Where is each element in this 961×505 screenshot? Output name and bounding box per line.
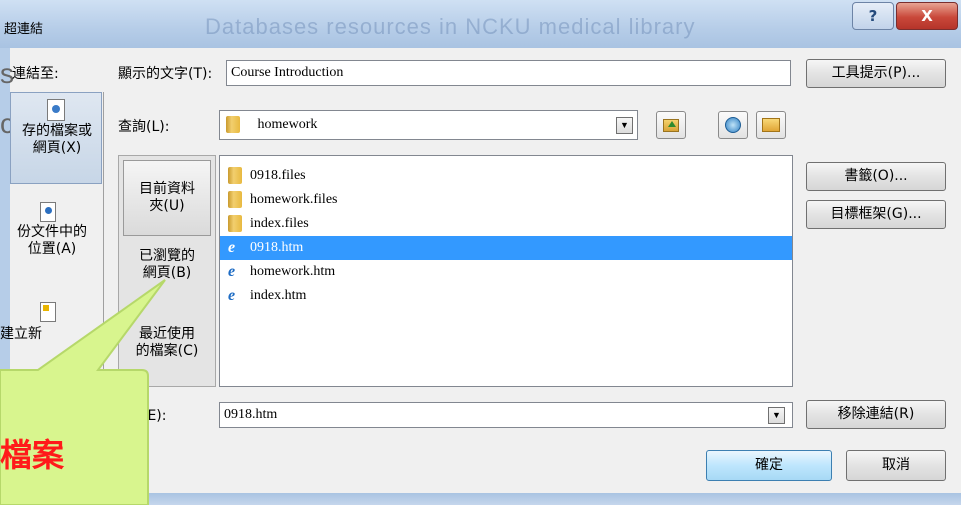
cancel-button[interactable]: 取消 <box>846 450 946 481</box>
sidebar-item-existing-file[interactable]: 存的檔案或 網頁(X) <box>10 92 102 184</box>
up-folder-button[interactable] <box>656 111 686 139</box>
folder-icon <box>226 116 240 134</box>
list-item[interactable]: e index.htm <box>220 284 792 308</box>
ok-button[interactable]: 確定 <box>706 450 832 481</box>
browse-file-icon <box>762 118 780 132</box>
title-bar[interactable]: 超連結 Databases resources in NCKU medical … <box>0 0 961 48</box>
look-in-dropdown[interactable]: homework ▼ <box>219 110 638 140</box>
browse-web-button[interactable] <box>718 111 748 139</box>
look-in-value: homework <box>257 117 318 132</box>
chevron-down-icon[interactable]: ▼ <box>768 407 785 424</box>
up-folder-icon <box>663 119 679 132</box>
address-input[interactable]: 0918.htm ▼ <box>219 402 793 428</box>
sidebar-item-label: 存的檔案或 網頁(X) <box>22 123 92 156</box>
bookmark-button[interactable]: 書籤(O)... <box>806 162 946 191</box>
ie-html-icon: e <box>228 262 236 280</box>
ie-html-icon: e <box>228 238 236 256</box>
place-current-folder[interactable]: 目前資料 夾(U) <box>123 160 211 236</box>
link-to-label: 連結至: <box>12 66 59 82</box>
browse-web-icon <box>725 117 741 133</box>
screentip-button[interactable]: 工具提示(P)... <box>806 59 946 88</box>
list-item[interactable]: e 0918.htm <box>220 236 792 260</box>
callout-text: 檔案 <box>0 436 65 474</box>
help-button[interactable]: ? <box>852 2 894 30</box>
look-in-label: 查詢(L): <box>118 119 170 135</box>
address-value: 0918.htm <box>224 407 278 422</box>
target-frame-button[interactable]: 目標框架(G)... <box>806 200 946 229</box>
sidebar-item-label: 份文件中的 位置(A) <box>17 224 87 257</box>
document-place-icon <box>40 202 56 222</box>
browse-file-button[interactable] <box>756 111 786 139</box>
list-item[interactable]: e homework.htm <box>220 260 792 284</box>
folder-icon <box>228 191 242 209</box>
list-item[interactable]: homework.files <box>220 188 792 212</box>
window-title: 超連結 <box>4 22 44 37</box>
chevron-down-icon[interactable]: ▼ <box>616 117 633 134</box>
folder-icon <box>228 215 242 233</box>
background-window-title: Databases resources in NCKU medical libr… <box>205 14 696 39</box>
display-text-input[interactable]: Course Introduction <box>226 60 791 86</box>
remove-link-button[interactable]: 移除連結(R) <box>806 400 946 429</box>
file-list[interactable]: 0918.files homework.files index.files e0… <box>219 155 793 387</box>
ie-html-icon: e <box>228 286 236 304</box>
list-item[interactable]: index.files <box>220 212 792 236</box>
folder-icon <box>228 167 242 185</box>
display-text-label: 顯示的文字(T): <box>118 66 213 82</box>
list-item[interactable]: 0918.files <box>220 164 792 188</box>
web-page-icon <box>47 99 65 121</box>
close-button[interactable]: X <box>896 2 958 30</box>
